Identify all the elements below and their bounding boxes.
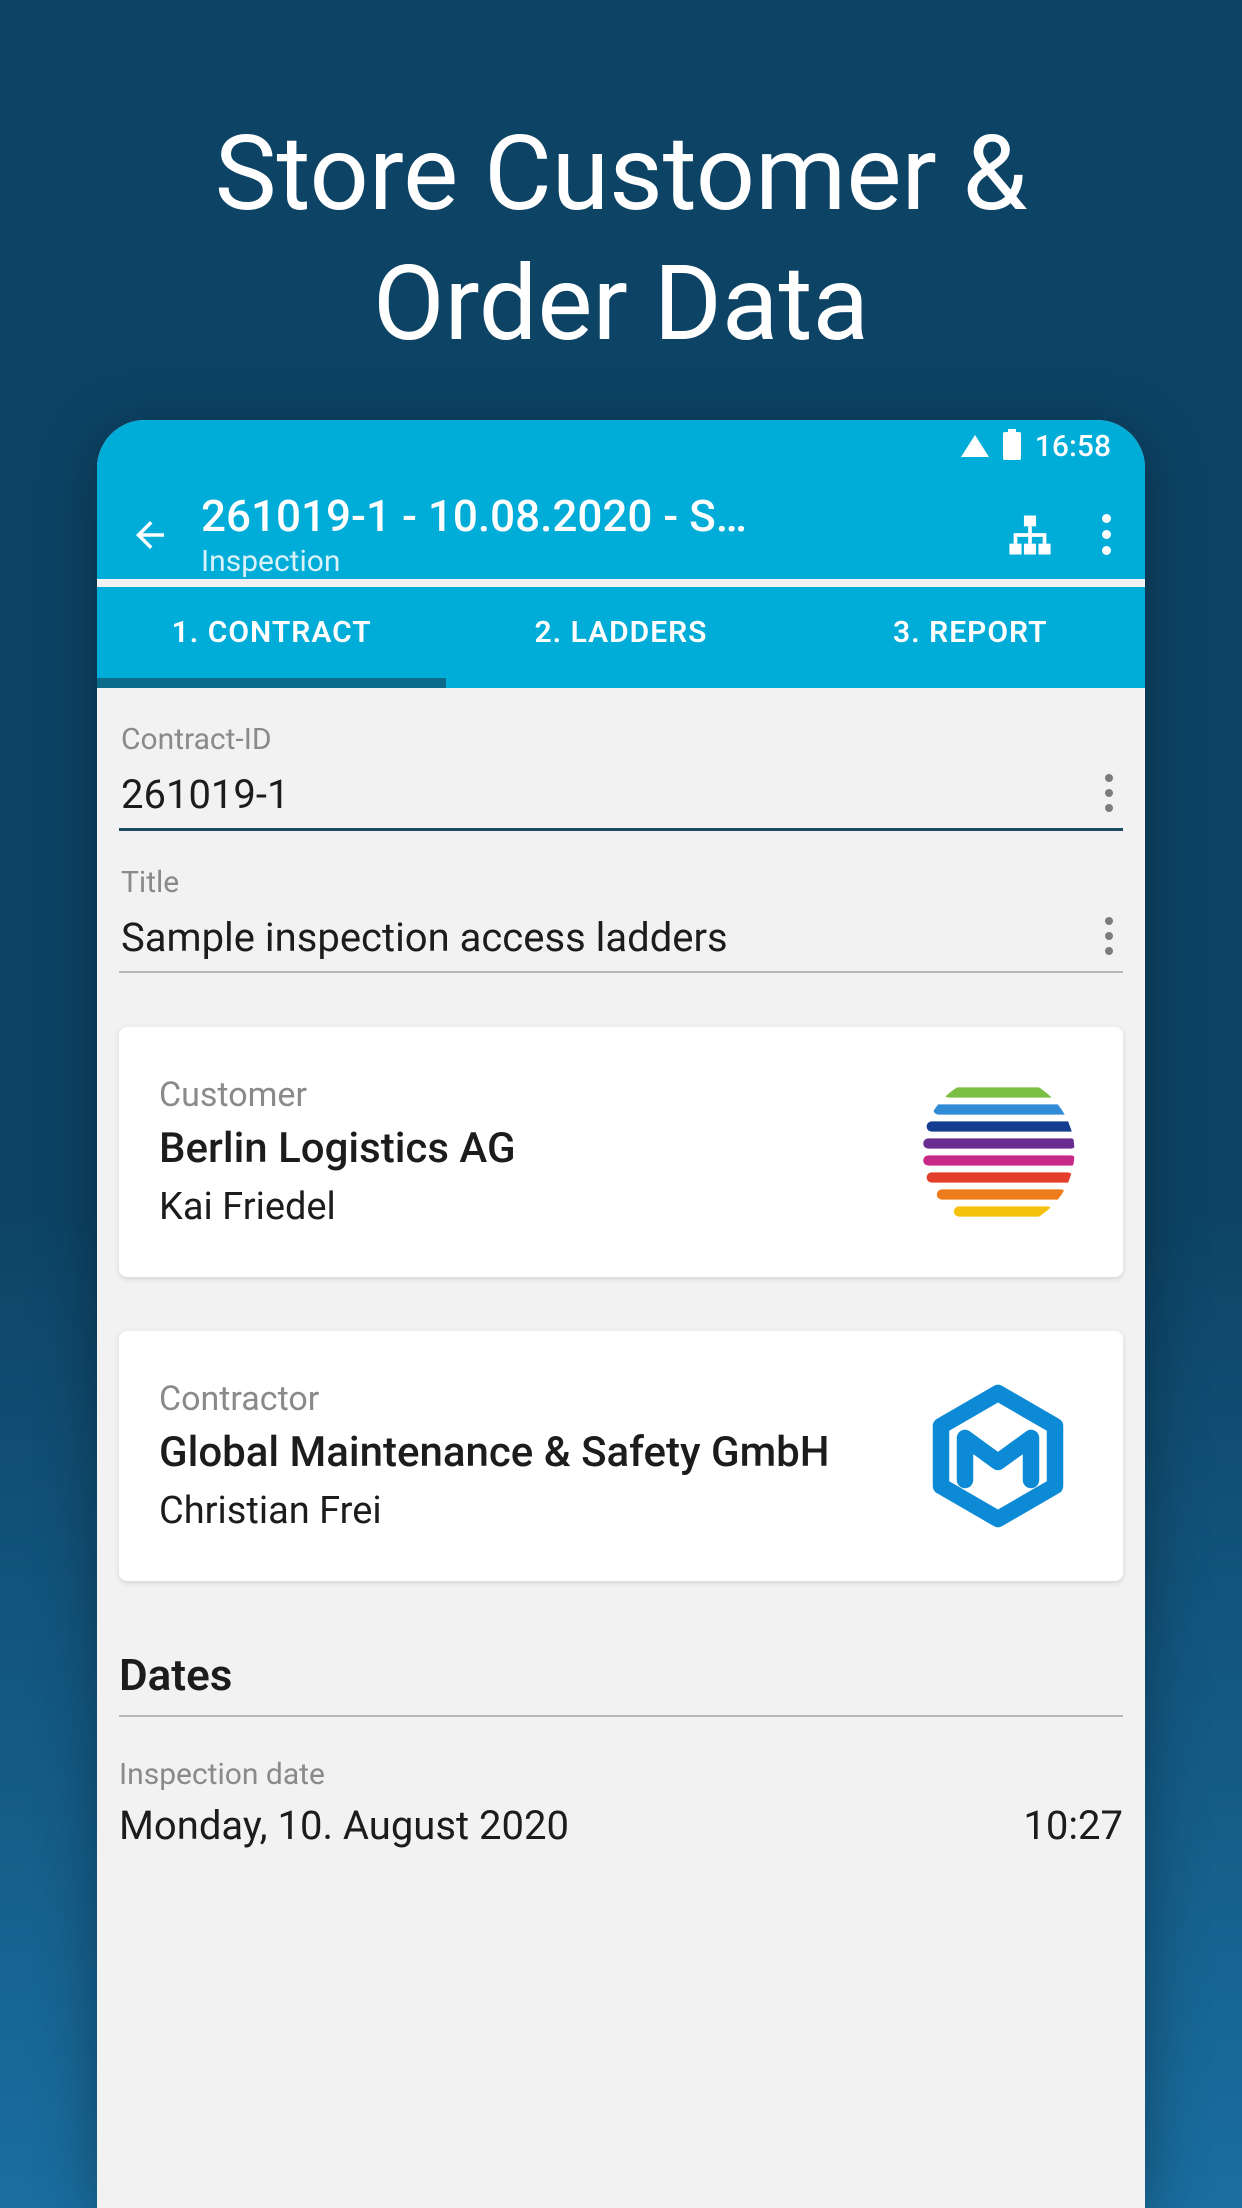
contract-id-input[interactable]: 261019-1: [119, 757, 1095, 828]
promo-headline: Store Customer & Order Data: [0, 0, 1242, 370]
customer-company: Berlin Logistics AG: [159, 1123, 883, 1176]
contractor-card[interactable]: Contractor Global Maintenance & Safety G…: [119, 1331, 1123, 1581]
field-label: Inspection date: [119, 1757, 1123, 1792]
field-label: Title: [119, 865, 1123, 900]
device-frame: 16:58 261019-1 - 10.08.2020 - S… Inspect…: [97, 420, 1145, 2208]
hierarchy-icon: [1004, 509, 1056, 561]
more-vert-icon: [1105, 917, 1113, 955]
wifi-icon: [961, 435, 989, 457]
contract-id-more[interactable]: [1095, 766, 1123, 820]
customer-contact: Kai Friedel: [159, 1185, 883, 1229]
inspection-date-field[interactable]: Inspection date Monday, 10. August 2020 …: [119, 1757, 1123, 1849]
inspection-time-value: 10:27: [1023, 1802, 1123, 1849]
status-bar: 16:58: [97, 420, 1145, 472]
app-bar: 261019-1 - 10.08.2020 - S… Inspection: [97, 472, 1145, 579]
more-vert-icon: [1105, 774, 1113, 812]
globe-stripes-icon: [913, 1067, 1083, 1237]
back-button[interactable]: [117, 502, 183, 568]
battery-icon: [1003, 432, 1021, 460]
title-input[interactable]: Sample inspection access ladders: [119, 900, 1095, 971]
contractor-contact: Christian Frei: [159, 1489, 883, 1533]
contractor-company: Global Maintenance & Safety GmbH: [159, 1427, 883, 1480]
hexagon-m-icon: [923, 1381, 1073, 1531]
arrow-left-icon: [129, 514, 171, 556]
tabs: 1. CONTRACT 2. LADDERS 3. REPORT: [97, 587, 1145, 688]
title-more[interactable]: [1095, 909, 1123, 963]
hierarchy-button[interactable]: [990, 495, 1070, 575]
field-contract-id: Contract-ID 261019-1: [119, 722, 1123, 831]
card-label: Customer: [159, 1075, 883, 1115]
tab-report[interactable]: 3. REPORT: [796, 587, 1145, 688]
field-title: Title Sample inspection access ladders: [119, 865, 1123, 973]
field-label: Contract-ID: [119, 722, 1123, 757]
tab-contract[interactable]: 1. CONTRACT: [97, 587, 446, 688]
tab-ladders[interactable]: 2. LADDERS: [446, 587, 795, 688]
more-vert-icon: [1102, 514, 1111, 555]
inspection-date-value: Monday, 10. August 2020: [119, 1802, 569, 1849]
customer-logo: [913, 1067, 1083, 1237]
card-label: Contractor: [159, 1379, 883, 1419]
contractor-logo: [913, 1371, 1083, 1541]
app-bar-subtitle: Inspection: [201, 544, 972, 579]
dates-heading: Dates: [119, 1649, 1123, 1717]
app-bar-title: 261019-1 - 10.08.2020 - S…: [201, 490, 821, 542]
status-time: 16:58: [1035, 429, 1111, 464]
more-button[interactable]: [1088, 500, 1125, 569]
customer-card[interactable]: Customer Berlin Logistics AG Kai Friedel: [119, 1027, 1123, 1277]
